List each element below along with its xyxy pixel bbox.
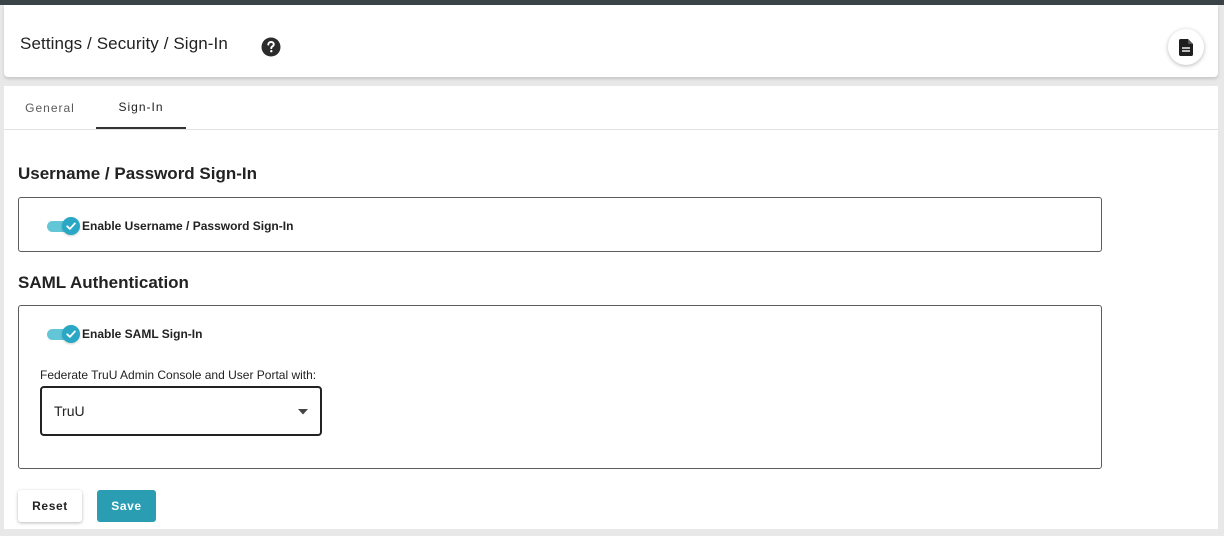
tab-sign-in[interactable]: Sign-In: [96, 86, 186, 129]
saml-box: Enable SAML Sign-In Federate TruU Admin …: [18, 305, 1102, 469]
tab-bar: General Sign-In: [4, 86, 1218, 130]
chevron-down-icon: [298, 409, 308, 415]
reset-button[interactable]: Reset: [18, 490, 82, 522]
page-header: Settings / Security / Sign-In: [4, 5, 1218, 77]
enable-username-password-label: Enable Username / Password Sign-In: [82, 219, 294, 233]
document-button[interactable]: [1168, 29, 1204, 65]
enable-saml-label: Enable SAML Sign-In: [82, 327, 203, 341]
check-icon: [66, 330, 76, 338]
help-circle-icon[interactable]: [261, 37, 281, 57]
toggle-knob: [62, 217, 80, 235]
federate-label: Federate TruU Admin Console and User Por…: [40, 368, 317, 382]
toggle-knob: [62, 325, 80, 343]
tab-general[interactable]: General: [4, 86, 96, 129]
federate-select[interactable]: TruU: [40, 386, 322, 436]
enable-saml-toggle[interactable]: [47, 325, 80, 343]
saml-section-title: SAML Authentication: [18, 273, 189, 292]
check-icon: [66, 222, 76, 230]
settings-panel: General Sign-In Username / Password Sign…: [4, 86, 1218, 529]
enable-username-password-toggle[interactable]: [47, 217, 80, 235]
username-password-box: Enable Username / Password Sign-In: [18, 197, 1102, 252]
save-button[interactable]: Save: [97, 490, 156, 522]
document-icon: [1179, 38, 1193, 56]
breadcrumb: Settings / Security / Sign-In: [20, 34, 228, 53]
federate-select-value: TruU: [54, 403, 85, 419]
username-password-section-title: Username / Password Sign-In: [18, 164, 258, 183]
